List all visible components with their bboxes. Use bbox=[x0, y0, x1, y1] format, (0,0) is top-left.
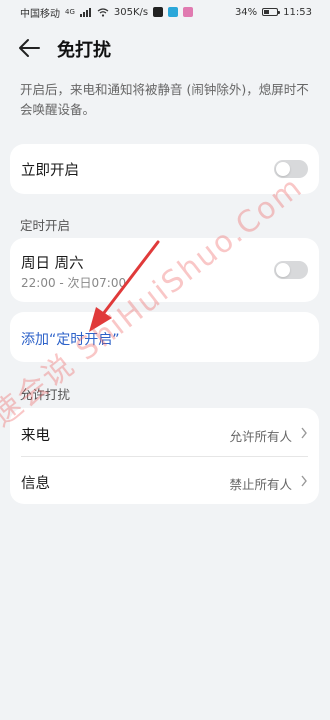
immediate-card: 立即开启 bbox=[10, 144, 319, 194]
allow-card: 来电 允许所有人 信息 禁止所有人 bbox=[10, 408, 319, 504]
messages-label: 信息 bbox=[21, 476, 50, 492]
immediate-toggle[interactable] bbox=[274, 160, 308, 178]
toggle-knob bbox=[276, 263, 290, 277]
messages-row[interactable]: 信息 禁止所有人 bbox=[10, 456, 319, 504]
battery-percent: 34% bbox=[234, 6, 258, 18]
calls-row[interactable]: 来电 允许所有人 bbox=[10, 408, 319, 456]
immediate-label: 立即开启 bbox=[21, 163, 79, 179]
clock: 11:53 bbox=[283, 6, 312, 18]
toggle-knob bbox=[276, 162, 290, 176]
chevron-right-icon bbox=[301, 475, 307, 487]
allow-section-label: 允许打扰 bbox=[20, 387, 71, 402]
schedule-time-range: 22:00 - 次日07:00 bbox=[21, 276, 127, 290]
app-notification-icon bbox=[153, 7, 164, 17]
schedule-days: 周日 周六 bbox=[21, 256, 84, 272]
schedule-toggle[interactable] bbox=[274, 261, 308, 279]
add-schedule-link[interactable]: 添加“定时开启” bbox=[21, 329, 120, 349]
status-bar: 中国移动 4G 305K/s 34% 11:53 bbox=[0, 0, 330, 24]
back-arrow-icon[interactable] bbox=[18, 38, 40, 58]
calls-label: 来电 bbox=[21, 428, 50, 444]
chevron-right-icon bbox=[301, 427, 307, 439]
messages-value: 禁止所有人 bbox=[229, 477, 292, 492]
schedule-card[interactable]: 周日 周六 22:00 - 次日07:00 bbox=[10, 238, 319, 302]
app-notification-icon bbox=[183, 7, 194, 17]
calls-value: 允许所有人 bbox=[229, 429, 292, 444]
page-title: 免打扰 bbox=[57, 40, 111, 61]
add-schedule-card[interactable]: 添加“定时开启” bbox=[10, 312, 319, 362]
carrier-label: 中国移动 bbox=[20, 8, 60, 20]
signal-icon bbox=[79, 7, 91, 17]
scheduled-section-label: 定时开启 bbox=[20, 218, 71, 233]
network-speed: 305K/s bbox=[113, 6, 149, 18]
header: 免打扰 bbox=[0, 30, 330, 66]
battery-icon bbox=[262, 8, 281, 16]
network-label: 4G bbox=[65, 8, 75, 16]
app-notification-icon bbox=[168, 7, 179, 17]
wifi-icon bbox=[97, 7, 109, 17]
description-text: 开启后，来电和通知将被静音 (闹钟除外)，熄屏时不会唤醒设备。 bbox=[20, 82, 309, 117]
